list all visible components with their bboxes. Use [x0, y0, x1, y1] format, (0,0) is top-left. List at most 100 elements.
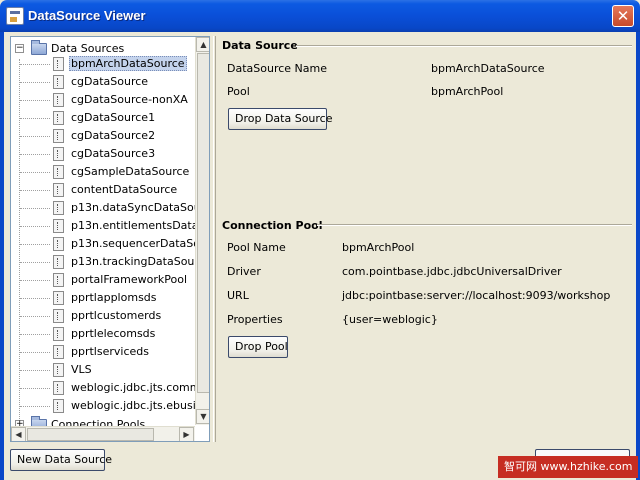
tree-connector-line — [20, 82, 50, 83]
scroll-down-icon[interactable]: ▼ — [196, 409, 209, 424]
drop-data-source-button[interactable]: Drop Data Source — [228, 108, 333, 130]
connection-pool-section-title: Connection Pool — [222, 219, 323, 232]
tree-item[interactable]: p13n.sequencerDataSource — [11, 235, 209, 253]
tree-root-label: Data Sources — [51, 42, 125, 55]
new-data-source-button[interactable]: New Data Source — [10, 449, 112, 471]
tree-item[interactable]: pprtlelecomsds — [11, 325, 195, 343]
datasource-name-label: DataSource Name — [227, 62, 327, 75]
tree-connector-line — [20, 100, 50, 101]
tree-item-label: cgDataSource-nonXA — [71, 93, 188, 106]
tree-connector-line — [20, 172, 50, 173]
vertical-scrollbar[interactable]: ▲ ▼ — [195, 37, 209, 425]
tree-item[interactable]: p13n.entitlementsDataSource — [11, 217, 209, 235]
tree-item-label: p13n.entitlementsDataSource — [71, 219, 209, 232]
tree-connector-line — [20, 334, 50, 335]
tree-connector-line — [20, 226, 50, 227]
window-title: DataSource Viewer — [28, 8, 146, 23]
tree-connector-line — [20, 190, 50, 191]
datasource-icon — [53, 291, 64, 305]
tree-connector-line — [20, 136, 50, 137]
tree-item-label: weblogic.jdbc.jts.commerce — [71, 381, 210, 394]
tree-item-label: cgDataSource2 — [71, 129, 156, 142]
tree-item-label: cgDataSource1 — [71, 111, 156, 124]
tree-item-label: weblogic.jdbc.jts.ebusiness — [71, 399, 210, 412]
tree-item[interactable]: cgDataSource1 — [11, 109, 195, 127]
datasource-icon — [53, 309, 64, 323]
tree-connector-line — [20, 316, 50, 317]
title-bar: DataSource Viewer ✕ — [0, 0, 640, 32]
tree-item-label: pprtlelecomsds — [71, 327, 156, 340]
tree-connector-line — [20, 244, 50, 245]
tree-connector-line — [20, 406, 50, 407]
tree-item[interactable]: pprtlcustomerds — [11, 307, 195, 325]
datasource-icon — [53, 147, 64, 161]
datasource-icon — [53, 93, 64, 107]
section-divider — [317, 224, 632, 226]
scroll-right-icon[interactable]: ▶ — [179, 427, 194, 441]
tree-connector-line — [20, 118, 50, 119]
tree-item-label: portalFrameworkPool — [71, 273, 187, 286]
tree-item[interactable]: cgDataSource2 — [11, 127, 195, 145]
tree-item[interactable]: portalFrameworkPool — [11, 271, 195, 289]
tree-item[interactable]: weblogic.jdbc.jts.ebusiness — [11, 397, 209, 415]
tree-item-label: p13n.trackingDataSource — [71, 255, 210, 268]
pool-label: Pool — [227, 85, 250, 98]
datasource-icon — [53, 381, 64, 395]
tree-item[interactable]: VLS — [11, 361, 195, 379]
url-value: jdbc:pointbase:server://localhost:9093/w… — [342, 289, 611, 302]
datasource-icon — [53, 75, 64, 89]
properties-label: Properties — [227, 313, 283, 326]
tree-connector-line — [20, 280, 50, 281]
scroll-up-icon[interactable]: ▲ — [196, 37, 209, 52]
split-pane-divider[interactable] — [213, 36, 216, 442]
pool-value: bpmArchPool — [431, 85, 504, 98]
tree-connector-line — [20, 352, 50, 353]
tree-item-label: p13n.sequencerDataSource — [71, 237, 210, 250]
tree-item[interactable]: pprtlapplomsds — [11, 289, 195, 307]
close-button[interactable]: ✕ — [612, 5, 634, 27]
tree-item[interactable]: cgDataSource — [11, 73, 195, 91]
tree-item-label: pprtlapplomsds — [71, 291, 157, 304]
tree-connector-line — [20, 298, 50, 299]
tree-connector-line — [20, 388, 50, 389]
datasource-name-value: bpmArchDataSource — [431, 62, 545, 75]
datasource-section-title: Data Source — [222, 39, 298, 52]
driver-label: Driver — [227, 265, 261, 278]
tree-item-label: cgSampleDataSource — [71, 165, 190, 178]
datasource-icon — [53, 399, 64, 413]
collapse-icon[interactable]: − — [15, 44, 24, 53]
datasource-icon — [53, 129, 64, 143]
tree-connector-line — [20, 208, 50, 209]
datasource-icon — [53, 237, 64, 251]
horizontal-scrollbar[interactable]: ◀ ▶ — [11, 426, 195, 441]
tree-connector-line — [20, 64, 50, 65]
tree-item[interactable]: cgDataSource-nonXA — [11, 91, 195, 109]
tree-item[interactable]: contentDataSource — [11, 181, 195, 199]
datasource-icon — [53, 57, 64, 71]
datasource-icon — [53, 111, 64, 125]
tree-item[interactable]: cgSampleDataSource — [11, 163, 195, 181]
scroll-left-icon[interactable]: ◀ — [11, 427, 26, 441]
tree-item[interactable]: weblogic.jdbc.jts.commerce — [11, 379, 209, 397]
pool-name-value: bpmArchPool — [342, 241, 415, 254]
scrollbar-thumb[interactable] — [197, 53, 209, 393]
datasource-icon — [53, 273, 64, 287]
tree-item[interactable]: bpmArchDataSource — [11, 55, 195, 73]
drop-pool-button[interactable]: Drop Pool — [228, 336, 288, 358]
scrollbar-thumb[interactable] — [27, 428, 154, 441]
datasource-tree[interactable]: − Data Sources bpmArchDataSource cgDataSo… — [10, 36, 210, 442]
tree-connector-line — [20, 154, 50, 155]
window-border-left — [0, 32, 4, 480]
tree-item[interactable]: pprtlserviceds — [11, 343, 195, 361]
section-divider — [296, 45, 632, 47]
tree-connector-line — [20, 370, 50, 371]
datasource-icon — [53, 327, 64, 341]
tree-item[interactable]: p13n.dataSyncDataSource — [11, 199, 209, 217]
tree-item[interactable]: p13n.trackingDataSource — [11, 253, 209, 271]
datasource-icon — [53, 345, 64, 359]
tree-item-label: bpmArchDataSource — [69, 56, 187, 71]
driver-value: com.pointbase.jdbc.jdbcUniversalDriver — [342, 265, 562, 278]
window-border-right — [636, 32, 640, 480]
properties-value: {user=weblogic} — [342, 313, 438, 326]
tree-item[interactable]: cgDataSource3 — [11, 145, 195, 163]
